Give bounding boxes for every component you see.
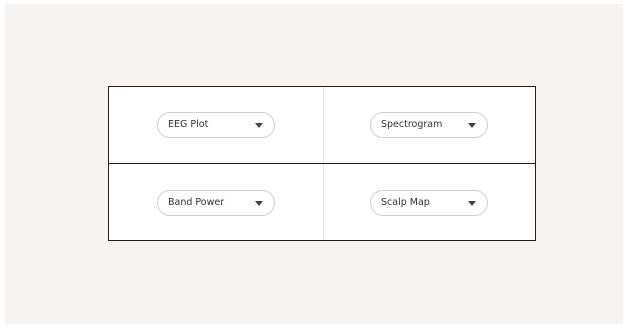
page-background: EEG Plot Spectrogram Band Power Scalp Ma… [5,4,623,324]
view-select-eeg-plot[interactable]: EEG Plot [157,112,275,138]
view-select-value: Band Power [168,197,225,208]
view-select-value: EEG Plot [168,119,209,130]
panel-grid: EEG Plot Spectrogram Band Power Scalp Ma… [108,86,536,241]
view-select-value: Scalp Map [381,197,430,208]
triangle-down-icon [468,123,476,128]
triangle-down-icon [468,201,476,206]
triangle-down-icon [255,201,263,206]
panel-bottom-right: Scalp Map [324,164,535,240]
panel-top-right: Spectrogram [324,87,535,163]
view-select-scalp-map[interactable]: Scalp Map [370,190,488,216]
view-select-spectrogram[interactable]: Spectrogram [370,112,488,138]
panel-top-left: EEG Plot [109,87,324,163]
view-select-value: Spectrogram [381,119,443,130]
triangle-down-icon [255,123,263,128]
view-select-band-power[interactable]: Band Power [157,190,275,216]
panel-bottom-left: Band Power [109,164,324,240]
